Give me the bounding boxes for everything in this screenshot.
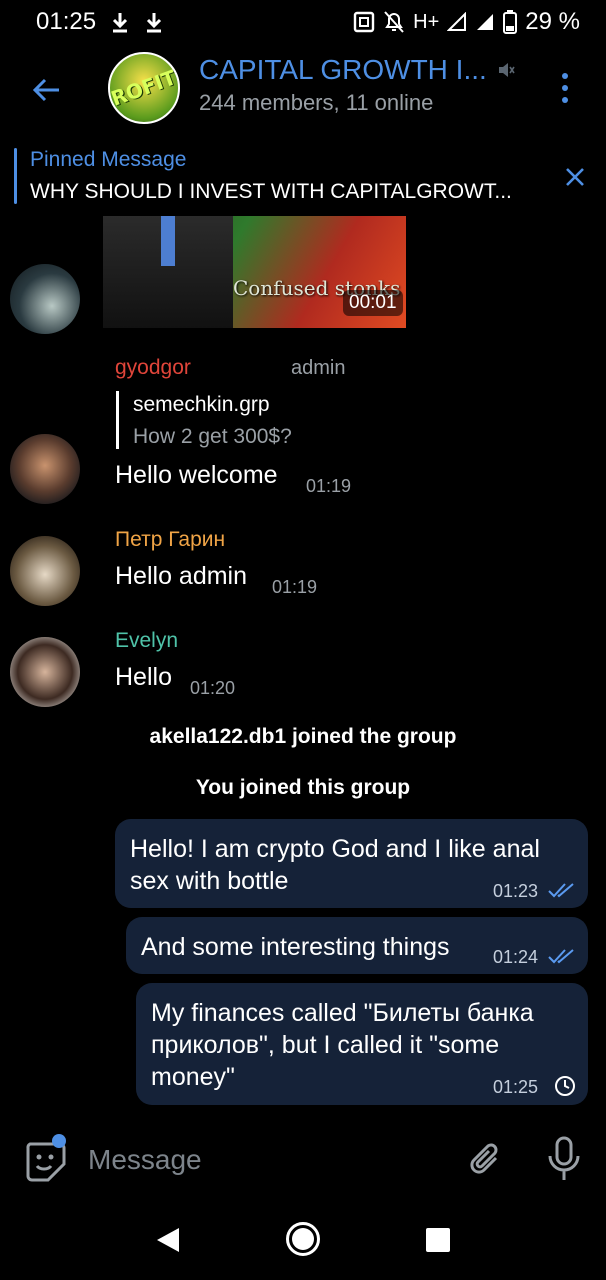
sender-name[interactable]: Петр Гарин bbox=[115, 528, 225, 552]
close-pinned-button[interactable] bbox=[560, 162, 590, 192]
nav-home-button[interactable] bbox=[286, 1222, 320, 1256]
arrow-left-icon bbox=[32, 78, 59, 102]
microphone-button[interactable] bbox=[544, 1136, 584, 1182]
more-dot bbox=[562, 73, 568, 79]
pinned-label: Pinned Message bbox=[30, 148, 187, 171]
avatar[interactable] bbox=[10, 434, 80, 504]
signal-icon bbox=[447, 12, 467, 32]
message-text: Hello bbox=[115, 663, 172, 691]
admin-badge: admin bbox=[291, 357, 346, 379]
message-input[interactable] bbox=[88, 1140, 448, 1180]
more-dot bbox=[562, 97, 568, 103]
chat-header: ROFIT CAPITAL GROWTH I... 244 members, 1… bbox=[0, 44, 606, 134]
message-input-bar bbox=[0, 1120, 606, 1200]
back-button[interactable] bbox=[26, 70, 66, 110]
more-options-button[interactable] bbox=[550, 66, 580, 110]
system-nav-bar bbox=[0, 1200, 606, 1280]
status-time: 01:25 bbox=[36, 8, 97, 35]
avatar[interactable] bbox=[10, 637, 80, 707]
outgoing-message[interactable]: Hello! I am crypto God and I like anal s… bbox=[115, 819, 588, 908]
message-time: 01:20 bbox=[190, 678, 236, 698]
double-check-icon bbox=[548, 949, 574, 964]
group-avatar-text: ROFIT bbox=[108, 65, 180, 111]
service-message: You joined this group bbox=[195, 776, 411, 799]
reply-sender[interactable]: semechkin.grp bbox=[133, 393, 270, 417]
clock-icon bbox=[555, 1076, 575, 1096]
group-avatar[interactable]: ROFIT bbox=[108, 52, 180, 124]
download-icon bbox=[110, 11, 130, 33]
message-text: sex with bottle bbox=[130, 867, 289, 895]
message-time: 01:19 bbox=[272, 577, 318, 597]
sender-name[interactable]: gyodgor bbox=[115, 356, 191, 380]
nav-recents-button[interactable] bbox=[426, 1228, 450, 1252]
message-text: Hello admin bbox=[115, 562, 248, 590]
service-message: akella122.db1 joined the group bbox=[149, 725, 457, 748]
video-figure-tie bbox=[161, 216, 175, 266]
close-icon bbox=[566, 168, 584, 186]
muted-icon bbox=[498, 63, 515, 77]
message-text: My finances called "Билеты банка bbox=[151, 999, 534, 1027]
message-text: And some interesting things bbox=[141, 933, 450, 961]
reply-indicator bbox=[116, 391, 119, 449]
outgoing-message[interactable]: And some interesting things 01:24 bbox=[126, 917, 588, 974]
notification-dot bbox=[52, 1134, 66, 1148]
message-text: Hello! I am crypto God and I like anal bbox=[130, 835, 540, 863]
group-info[interactable]: CAPITAL GROWTH I... 244 members, 11 onli… bbox=[199, 54, 529, 116]
attach-button[interactable] bbox=[466, 1140, 506, 1180]
message-text: приколов", but I called it "some bbox=[151, 1031, 500, 1059]
network-type: H+ bbox=[413, 10, 440, 33]
pinned-message[interactable]: Pinned Message WHY SHOULD I INVEST WITH … bbox=[0, 144, 606, 208]
pinned-indicator bbox=[14, 148, 17, 204]
battery-icon bbox=[503, 10, 518, 34]
avatar[interactable] bbox=[10, 536, 80, 606]
signal-icon bbox=[475, 12, 495, 32]
download-icon bbox=[144, 11, 164, 33]
status-bar: 01:25 H+ 29 % bbox=[0, 0, 606, 44]
mute-icon bbox=[383, 10, 405, 34]
group-title: CAPITAL GROWTH I... bbox=[199, 54, 487, 85]
double-check-icon bbox=[548, 883, 574, 898]
message-text: Hello welcome bbox=[115, 461, 278, 489]
message-time: 01:19 bbox=[306, 476, 352, 496]
battery-level: 29 % bbox=[525, 8, 580, 35]
sender-name[interactable]: Evelyn bbox=[115, 629, 178, 653]
message-time: 01:24 bbox=[493, 947, 539, 967]
nfc-icon bbox=[353, 11, 375, 33]
more-dot bbox=[562, 85, 568, 91]
outgoing-message[interactable]: My finances called "Билеты банка приколо… bbox=[136, 983, 588, 1105]
group-subtitle: 244 members, 11 online bbox=[199, 90, 434, 115]
nav-back-button[interactable] bbox=[155, 1226, 181, 1254]
reply-text[interactable]: How 2 get 300$? bbox=[133, 425, 292, 449]
group-title-row: CAPITAL GROWTH I... bbox=[199, 54, 529, 86]
home-icon bbox=[292, 1228, 314, 1250]
avatar[interactable] bbox=[10, 264, 80, 334]
video-duration: 00:01 bbox=[343, 290, 403, 316]
message-time: 01:25 bbox=[493, 1077, 539, 1097]
message-text: money" bbox=[151, 1063, 235, 1091]
pinned-text: WHY SHOULD I INVEST WITH CAPITALGROWT... bbox=[30, 180, 512, 203]
message-time: 01:23 bbox=[493, 881, 539, 901]
